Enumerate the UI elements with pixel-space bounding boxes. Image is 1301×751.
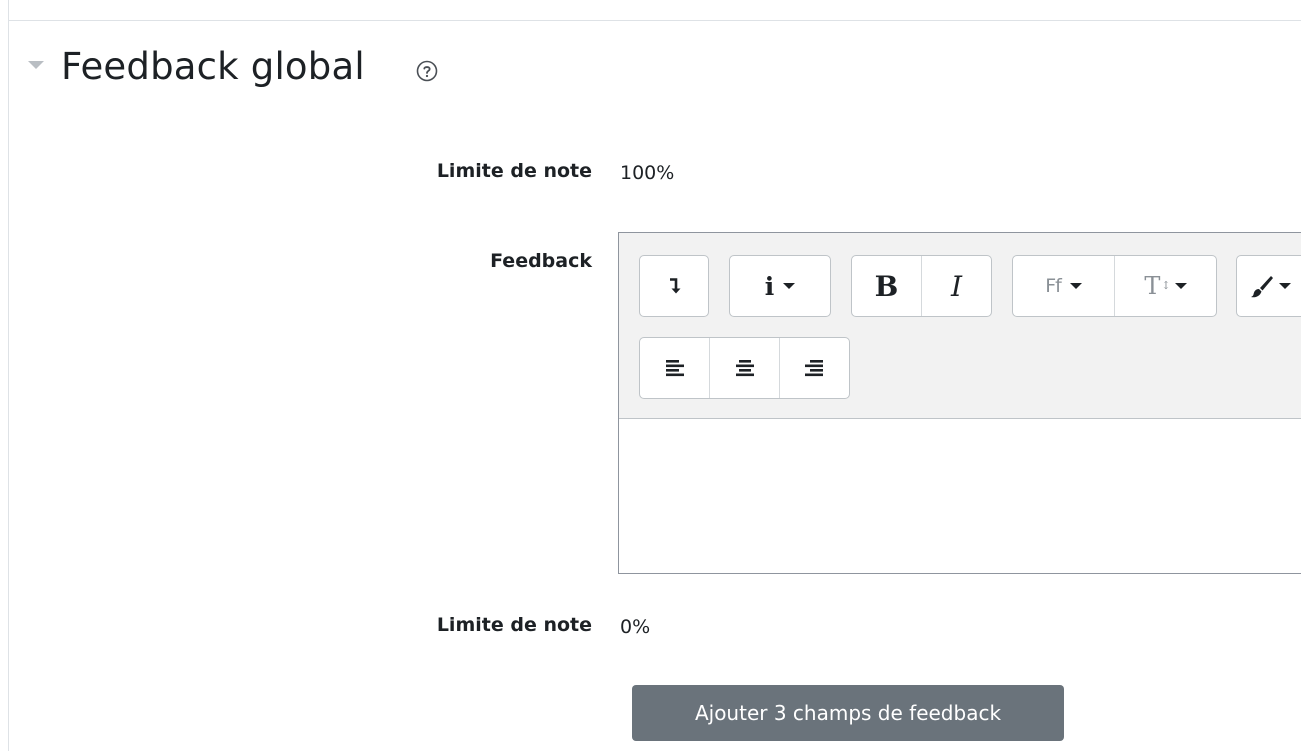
show-more-icon: [670, 278, 681, 294]
feedback-editor[interactable]: i B I Ff T ↕: [618, 232, 1301, 574]
feedback-label: Feedback: [490, 250, 592, 272]
font-size-button[interactable]: T ↕: [1114, 256, 1216, 316]
grade-limit-label-bottom: Limite de note: [436, 614, 592, 636]
font-color-caret-icon: [1279, 283, 1291, 289]
section-title[interactable]: Feedback global: [61, 42, 365, 92]
section-header[interactable]: Feedback global: [28, 42, 365, 92]
font-size-caret-icon: [1174, 283, 1187, 289]
add-feedback-fields-button[interactable]: Ajouter 3 champs de feedback: [632, 685, 1064, 741]
info-icon: i: [764, 271, 775, 301]
italic-icon: I: [950, 269, 963, 303]
form-frame-top-border: [8, 20, 1301, 21]
italic-button[interactable]: I: [921, 256, 991, 316]
brush-icon: [1251, 276, 1273, 298]
grade-limit-value-top: 100%: [620, 162, 675, 184]
align-center-button[interactable]: [709, 338, 778, 398]
info-dropdown-caret-icon: [783, 283, 796, 289]
font-color-button[interactable]: [1237, 256, 1301, 316]
align-left-button[interactable]: [640, 338, 709, 398]
toolbar-group-info: i: [729, 255, 831, 317]
editor-content-area[interactable]: [619, 419, 1301, 573]
grade-limit-label: Limite de note: [436, 160, 592, 182]
bold-button[interactable]: B: [852, 256, 921, 316]
grade-limit-value-bottom: 0%: [620, 616, 651, 638]
align-left-icon: [665, 360, 684, 377]
form-frame-left-border: [8, 0, 9, 751]
font-family-caret-icon: [1069, 283, 1082, 289]
question-circle-icon[interactable]: [416, 60, 438, 82]
toolbar-group-color: [1236, 255, 1301, 317]
collapse-arrow-icon[interactable]: [28, 61, 44, 69]
font-family-icon: Ff: [1045, 275, 1062, 297]
toolbar-group-style: B I: [851, 255, 992, 317]
font-size-icon: T: [1144, 272, 1161, 300]
align-center-icon: [735, 360, 754, 377]
font-family-button[interactable]: Ff: [1013, 256, 1114, 316]
show-more-button[interactable]: [640, 256, 708, 316]
info-button[interactable]: i: [730, 256, 830, 316]
toolbar-group-align: [639, 337, 850, 399]
align-right-button[interactable]: [778, 338, 849, 398]
toolbar-group-show-more: [639, 255, 709, 317]
align-right-icon: [805, 360, 824, 377]
editor-toolbar: i B I Ff T ↕: [619, 233, 1301, 419]
toolbar-group-font: Ff T ↕: [1012, 255, 1217, 317]
bold-icon: B: [874, 269, 899, 303]
